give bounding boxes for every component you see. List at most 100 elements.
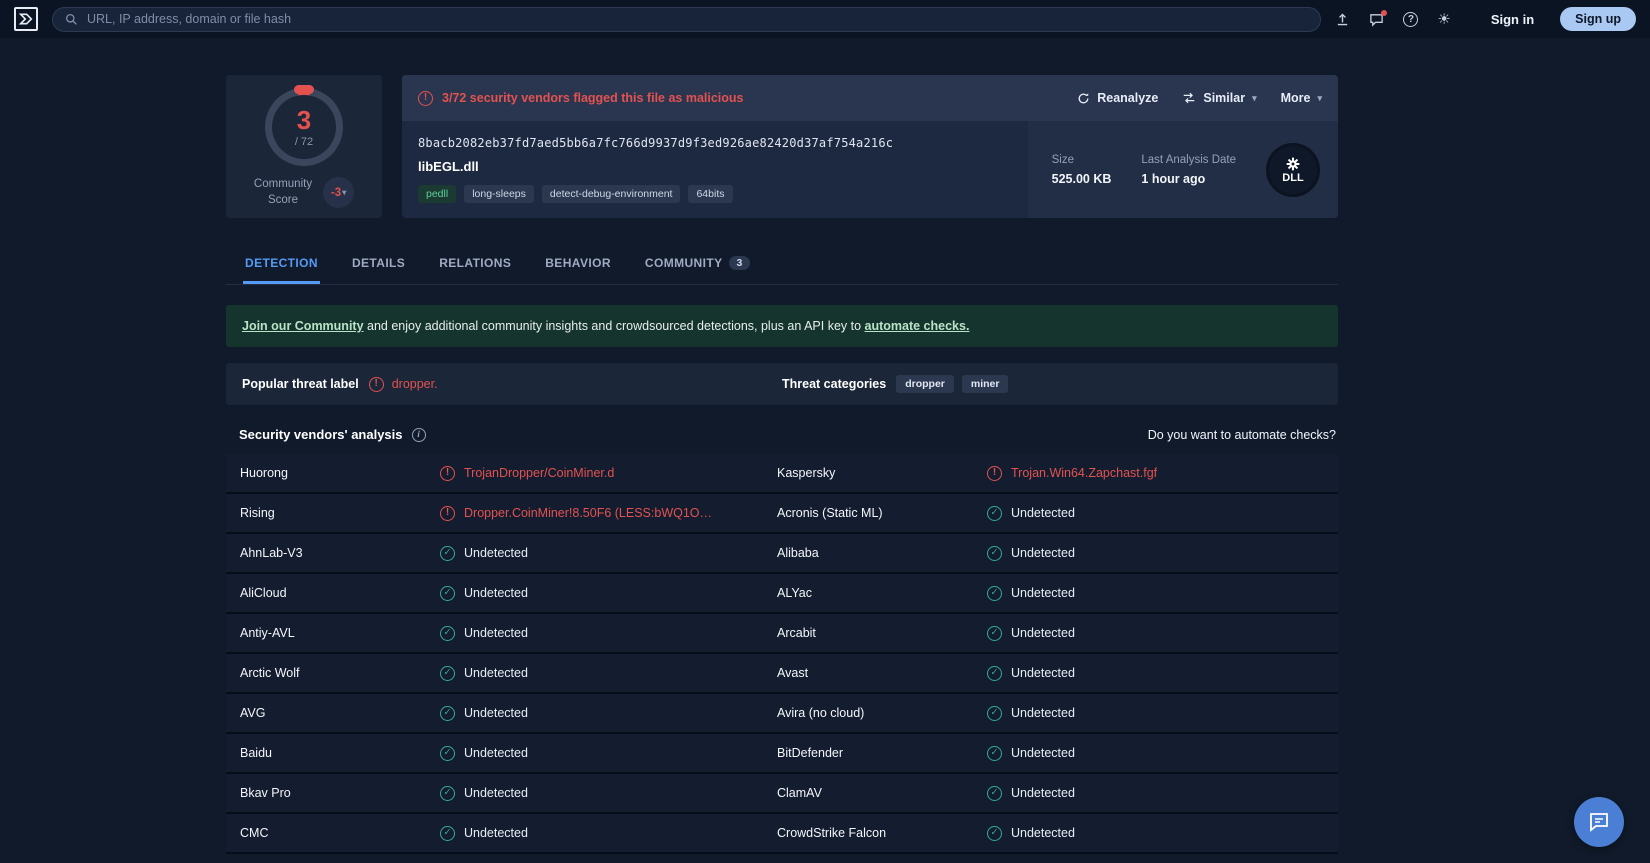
tab-count-badge: 3	[729, 256, 750, 270]
gauge-red-cap	[294, 85, 314, 94]
result-text: Undetected	[1011, 786, 1075, 800]
join-community-link[interactable]: Join our Community	[242, 319, 364, 333]
vendor-name: Arcabit	[777, 626, 816, 640]
sign-up-button[interactable]: Sign up	[1560, 7, 1636, 31]
vendor-name: ClamAV	[777, 786, 822, 800]
upload-icon[interactable]	[1335, 12, 1350, 27]
table-row: Bkav Pro ✓ Undetected ClamAV ✓ Undetected	[226, 774, 1338, 814]
table-row: Huorong! TrojanDropper/CoinMiner.d Kaspers…	[226, 454, 1338, 494]
vendor-result: ✓ Undetected	[440, 705, 777, 721]
result-text: Undetected	[1011, 706, 1075, 720]
file-tag[interactable]: detect-debug-environment	[541, 185, 681, 203]
tab-label: DETAILS	[351, 256, 406, 270]
vendor-name: Arctic Wolf	[240, 666, 300, 680]
vendor-name: Baidu	[240, 746, 272, 760]
theme-toggle-icon[interactable]: ☀	[1437, 12, 1450, 27]
table-row: Antiy-AVL ✓ Undetected Arcabit ✓ Undetected	[226, 614, 1338, 654]
similar-icon	[1184, 92, 1195, 104]
popular-threat-label: Popular threat label	[242, 377, 359, 391]
vendor-name: ALYac	[777, 586, 812, 600]
table-row: Arctic Wolf ✓ Undetected Avast ✓ Undetected	[226, 654, 1338, 694]
vendor-name: AhnLab-V3	[240, 546, 303, 560]
result-text: Undetected	[464, 746, 528, 760]
vendor-name: Rising	[240, 506, 275, 520]
help-icon[interactable]: ?	[1403, 11, 1419, 27]
check-icon: ✓	[440, 665, 455, 681]
search-input[interactable]	[87, 12, 1309, 26]
file-tag[interactable]: long-sleeps	[464, 185, 534, 203]
vendor-result: ✓ Undetected	[987, 545, 1324, 561]
analysis-title: Security vendors' analysis	[239, 427, 403, 442]
check-icon: ✓	[987, 785, 1002, 801]
reanalyze-icon	[1078, 92, 1089, 103]
similar-button[interactable]: Similar ▾	[1182, 91, 1257, 105]
vendor-name: AliCloud	[240, 586, 287, 600]
vendor-name: Antiy-AVL	[240, 626, 295, 640]
tab-community[interactable]: COMMUNITY 3	[643, 246, 752, 284]
vendor-result: ✓ Undetected	[440, 585, 777, 601]
threat-category-chip[interactable]: miner	[961, 375, 1009, 393]
vendor-name: CrowdStrike Falcon	[777, 826, 887, 840]
tab-details[interactable]: DETAILS	[350, 246, 407, 284]
file-tag[interactable]: pedll	[418, 185, 457, 203]
check-icon: ✓	[440, 745, 455, 761]
notification-dot	[1381, 9, 1388, 16]
reanalyze-button[interactable]: Reanalyze	[1077, 91, 1158, 105]
file-meta-panel: Size 525.00 KB Last Analysis Date 1 hour…	[1027, 121, 1338, 218]
file-tags: pedll long-sleeps detect-debug-environment…	[418, 185, 1012, 203]
vendor-name: Alibaba	[777, 546, 819, 560]
check-icon: ✓	[987, 705, 1002, 721]
file-tag[interactable]: 64bits	[688, 185, 733, 203]
check-icon: ✓	[440, 625, 455, 641]
search-bar[interactable]	[52, 6, 1322, 32]
tab-label: BEHAVIOR	[545, 256, 611, 270]
tab-relations[interactable]: RELATIONS	[437, 246, 513, 284]
tab-behavior[interactable]: BEHAVIOR	[543, 246, 613, 284]
vendor-name: BitDefender	[777, 746, 844, 760]
threat-category-chip[interactable]: dropper	[896, 375, 954, 393]
check-icon: ✓	[987, 625, 1002, 641]
chevron-down-icon: ▾	[342, 188, 347, 198]
vendor-result: ✓ Undetected	[987, 785, 1324, 801]
sign-in-link[interactable]: Sign in	[1491, 12, 1534, 27]
chat-fab-button[interactable]	[1574, 797, 1624, 847]
warning-icon: !	[368, 376, 384, 392]
vendors-table: Huorong! TrojanDropper/CoinMiner.d Kaspers…	[226, 454, 1338, 854]
feedback-icon[interactable]	[1369, 9, 1388, 27]
score-total: / 72	[294, 135, 314, 148]
threat-label-bar: Popular threat label ! dropper. Threat c…	[226, 363, 1338, 405]
table-row: CMC ✓ Undetected CrowdStrike Falcon ✓ Undetec…	[226, 814, 1338, 854]
threat-value[interactable]: dropper.	[392, 377, 438, 391]
vendor-name: CMC	[240, 826, 269, 840]
gear-icon	[1286, 157, 1300, 170]
result-text: Dropper.CoinMiner!8.50F6 (LESS:bWQ1O…	[464, 506, 713, 520]
vendor-result: ✓ Undetected	[440, 625, 777, 641]
search-icon	[65, 13, 78, 26]
tab-detection[interactable]: DETECTION	[243, 246, 320, 284]
result-text: Undetected	[464, 826, 528, 840]
result-text: Undetected	[464, 546, 528, 560]
info-icon[interactable]: i	[411, 427, 426, 442]
vendor-result: ✓ Undetected	[440, 785, 777, 801]
check-icon: ✓	[440, 825, 455, 841]
more-button[interactable]: More ▾	[1281, 91, 1322, 105]
file-hash[interactable]: 8bacb2082eb37fd7aed5bb6a7fc766d9937d9f3e…	[418, 136, 1012, 150]
vendor-name: Avast	[777, 666, 809, 680]
result-text: TrojanDropper/CoinMiner.d	[464, 466, 615, 480]
vendor-result: ✓ Undetected	[987, 585, 1324, 601]
score-card: 3 / 72 Community Score -3 ▾	[226, 75, 382, 218]
check-icon: ✓	[440, 585, 455, 601]
virustotal-logo-icon[interactable]	[14, 7, 38, 31]
result-text: Undetected	[464, 586, 528, 600]
vendor-result: ✓ Undetected	[440, 665, 777, 681]
automate-checks-link[interactable]: automate checks.	[865, 319, 970, 333]
community-score-badge[interactable]: -3 ▾	[323, 177, 355, 209]
automate-checks-question[interactable]: Do you want to automate checks?	[1148, 428, 1336, 442]
tab-label: COMMUNITY	[644, 256, 723, 270]
tab-label: DETECTION	[245, 256, 318, 270]
last-analysis-date: Last Analysis Date 1 hour ago	[1141, 153, 1236, 186]
warning-icon: !	[440, 465, 455, 481]
detection-score-gauge: 3 / 72	[265, 85, 343, 166]
analysis-header: Security vendors' analysis i Do you want…	[226, 419, 1338, 452]
tabs: DETECTION DETAILS RELATIONS BEHAVIOR COMMUNI…	[226, 246, 1338, 285]
